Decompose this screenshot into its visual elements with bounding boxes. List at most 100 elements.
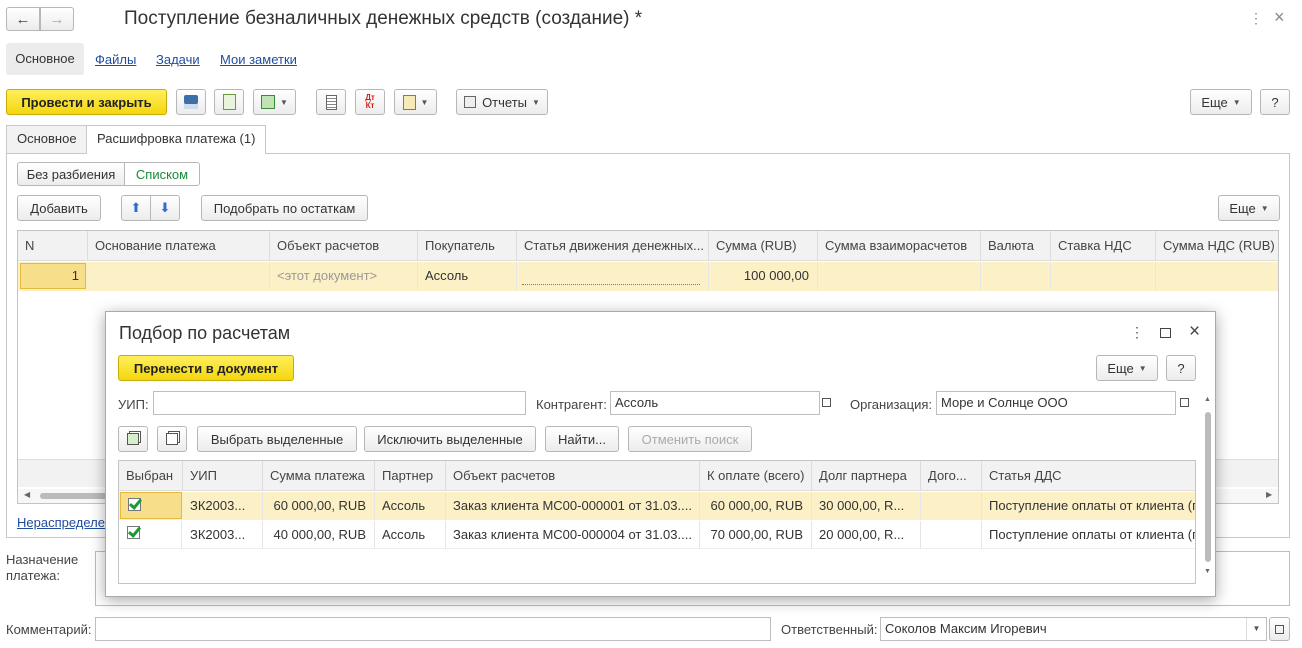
responsible-dropdown-icon[interactable]: ▼ xyxy=(1246,618,1266,640)
nav-tasks[interactable]: Задачи xyxy=(156,52,200,67)
cell-partner[interactable]: Ассоль xyxy=(375,521,446,549)
cell-dds[interactable]: Поступление оплаты от клиента (пр xyxy=(982,492,1195,520)
dialog-kebab-icon[interactable]: ⋮ xyxy=(1130,324,1144,341)
back-button[interactable]: ← xyxy=(6,7,40,31)
col-basis[interactable]: Основание платежа xyxy=(88,231,270,261)
col-dds[interactable]: Статья ДДС xyxy=(982,461,1195,491)
col-to-pay[interactable]: К оплате (всего) xyxy=(700,461,812,491)
kebab-menu-icon[interactable]: ⋮ xyxy=(1249,10,1263,27)
cell-buyer[interactable]: Ассоль xyxy=(418,262,517,290)
cell-vat-rate[interactable] xyxy=(1051,262,1156,290)
transfer-button[interactable]: Перенести в документ xyxy=(118,355,294,381)
create-based-button[interactable]: ▼ xyxy=(253,89,296,115)
table-more-button[interactable]: Еще ▼ xyxy=(1218,195,1280,221)
cell-object[interactable]: Заказ клиента МС00-000001 от 31.03.... xyxy=(446,492,700,520)
nav-notes[interactable]: Мои заметки xyxy=(220,52,297,67)
forward-button[interactable]: → xyxy=(40,7,74,31)
contractor-open-icon[interactable] xyxy=(822,398,831,407)
contractor-field[interactable]: Ассоль xyxy=(610,391,820,415)
col-n[interactable]: N xyxy=(18,231,88,261)
cell-uip[interactable]: ЗК2003... xyxy=(183,492,263,520)
help-button[interactable]: ? xyxy=(1260,89,1290,115)
find-button[interactable]: Найти... xyxy=(545,426,619,452)
scroll-left-icon[interactable]: ◀ xyxy=(24,490,30,499)
table-row[interactable]: ЗК2003... 40 000,00, RUB Ассоль Заказ кл… xyxy=(119,521,1195,549)
cell-currency[interactable] xyxy=(981,262,1051,290)
comment-field[interactable] xyxy=(95,617,771,641)
col-payment-sum[interactable]: Сумма платежа xyxy=(263,461,375,491)
dialog-close-icon[interactable]: × xyxy=(1189,321,1200,343)
col-settle[interactable]: Сумма взаиморасчетов xyxy=(818,231,981,261)
cell-contract[interactable] xyxy=(921,492,982,520)
reports-button[interactable]: Отчеты ▼ xyxy=(456,89,548,115)
cell-debt[interactable]: 20 000,00, R... xyxy=(812,521,921,549)
uncheck-all-button[interactable] xyxy=(157,426,187,452)
check-all-button[interactable] xyxy=(118,426,148,452)
col-selected[interactable]: Выбран xyxy=(119,461,183,491)
cell-n[interactable]: 1 xyxy=(20,263,86,289)
close-icon[interactable]: × xyxy=(1274,7,1285,28)
cancel-search-button[interactable]: Отменить поиск xyxy=(628,426,752,452)
no-split-button[interactable]: Без разбиения xyxy=(17,162,125,186)
org-open-icon[interactable] xyxy=(1180,398,1189,407)
responsible-open-button[interactable] xyxy=(1269,617,1290,641)
scroll-right-icon[interactable]: ▶ xyxy=(1266,490,1272,499)
nav-files[interactable]: Файлы xyxy=(95,52,136,67)
checkbox-checked-icon[interactable] xyxy=(128,498,141,512)
cell-object[interactable]: <этот документ> xyxy=(270,262,418,290)
dialog-vertical-scrollbar[interactable]: ▲ ▼ xyxy=(1202,396,1214,582)
cell-partner[interactable]: Ассоль xyxy=(375,492,446,520)
dialog-help-button[interactable]: ? xyxy=(1166,355,1196,381)
col-vat-rate[interactable]: Ставка НДС xyxy=(1051,231,1156,261)
cell-payment-sum[interactable]: 40 000,00, RUB xyxy=(263,521,375,549)
col-vat-sum[interactable]: Сумма НДС (RUB) xyxy=(1156,231,1278,261)
scroll-down-icon[interactable]: ▼ xyxy=(1204,568,1211,575)
scroll-up-icon[interactable]: ▲ xyxy=(1204,396,1211,403)
table-row[interactable]: ЗК2003... 60 000,00, RUB Ассоль Заказ кл… xyxy=(119,492,1195,520)
dialog-maximize-icon[interactable] xyxy=(1160,328,1171,338)
cell-basis[interactable] xyxy=(88,262,270,290)
cell-to-pay[interactable]: 70 000,00, RUB xyxy=(700,521,812,549)
col-debt[interactable]: Долг партнера xyxy=(812,461,921,491)
cell-object[interactable]: Заказ клиента МС00-000004 от 31.03.... xyxy=(446,521,700,549)
col-uip[interactable]: УИП xyxy=(183,461,263,491)
nav-main[interactable]: Основное xyxy=(6,43,84,75)
cell-cashflow-item[interactable] xyxy=(517,262,709,290)
col-contract[interactable]: Дого... xyxy=(921,461,982,491)
cell-debt[interactable]: 30 000,00, R... xyxy=(812,492,921,520)
checkbox-checked-icon[interactable] xyxy=(127,526,140,540)
col-currency[interactable]: Валюта xyxy=(981,231,1051,261)
cell-settle[interactable] xyxy=(818,262,981,290)
post-button[interactable] xyxy=(214,89,244,115)
table-row[interactable]: 1 <этот документ> Ассоль 100 000,00 xyxy=(18,262,1278,291)
move-up-button[interactable]: ⬆ xyxy=(121,195,151,221)
col-partner[interactable]: Партнер xyxy=(375,461,446,491)
uip-field[interactable] xyxy=(153,391,526,415)
cell-selected[interactable] xyxy=(120,521,182,549)
col-cashflow-item[interactable]: Статья движения денежных... xyxy=(517,231,709,261)
unallocated-link[interactable]: Нераспределе xyxy=(17,515,105,530)
tab-breakdown[interactable]: Расшифровка платежа (1) xyxy=(86,125,267,154)
cell-contract[interactable] xyxy=(921,521,982,549)
dialog-more-button[interactable]: Еще ▼ xyxy=(1096,355,1158,381)
cell-uip[interactable]: ЗК2003... xyxy=(183,521,263,549)
list-mode-button[interactable]: Списком xyxy=(124,162,200,186)
cell-to-pay[interactable]: 60 000,00, RUB xyxy=(700,492,812,520)
list-button[interactable] xyxy=(316,89,346,115)
print-button[interactable]: ▼ xyxy=(394,89,437,115)
col-object[interactable]: Объект расчетов xyxy=(446,461,700,491)
add-button[interactable]: Добавить xyxy=(17,195,101,221)
move-down-button[interactable]: ⬇ xyxy=(150,195,180,221)
col-object[interactable]: Объект расчетов xyxy=(270,231,418,261)
cell-sum[interactable]: 100 000,00 xyxy=(709,262,818,290)
exclude-selected-button[interactable]: Исключить выделенные xyxy=(364,426,536,452)
dt-kt-button[interactable]: Дт Кт xyxy=(355,89,385,115)
org-field[interactable]: Море и Солнце ООО xyxy=(936,391,1176,415)
cell-dds[interactable]: Поступление оплаты от клиента (пр xyxy=(982,521,1195,549)
col-buyer[interactable]: Покупатель xyxy=(418,231,517,261)
responsible-field[interactable]: Соколов Максим Игоревич xyxy=(880,617,1267,641)
scroll-thumb[interactable] xyxy=(1205,412,1211,562)
pick-balance-button[interactable]: Подобрать по остаткам xyxy=(201,195,368,221)
cell-vat-sum[interactable] xyxy=(1156,262,1278,290)
col-sum[interactable]: Сумма (RUB) xyxy=(709,231,818,261)
